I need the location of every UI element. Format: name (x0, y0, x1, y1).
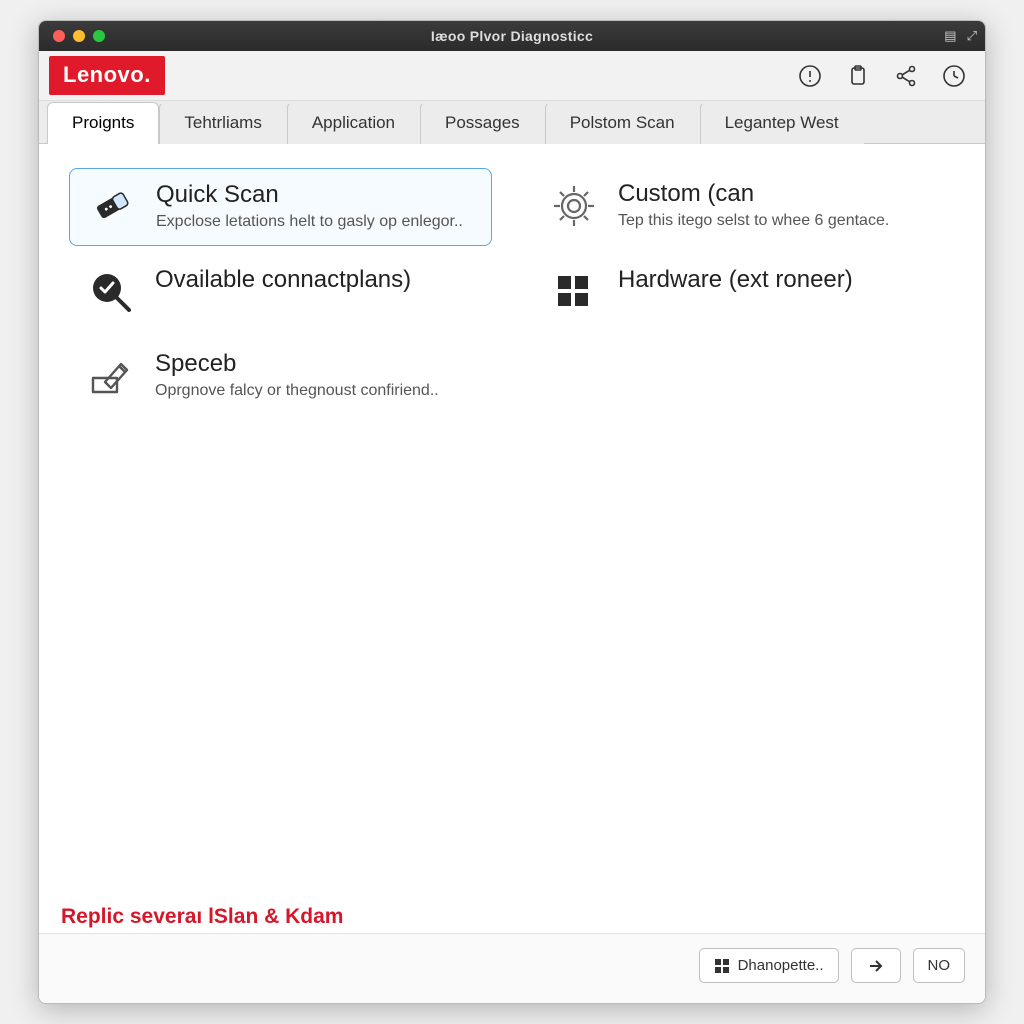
footer-no-button[interactable]: NO (913, 948, 966, 983)
clock-icon[interactable] (941, 63, 967, 89)
titlebar: Iæoo Plvor Diagnosticc ▤ ⤢ (39, 21, 985, 51)
window-title: Iæoo Plvor Diagnosticc (39, 28, 985, 44)
edit-note-icon (85, 350, 137, 402)
footer-arrow-button[interactable] (851, 948, 901, 983)
card-desc: Tep this itego selst to whee 6 gentace. (618, 212, 889, 230)
tab-tehtrliams[interactable]: Tehtrliams (159, 102, 286, 144)
card-available[interactable]: Ovailable connactplans) (69, 254, 492, 330)
titlebar-right-controls: ▤ ⤢ (944, 28, 977, 44)
magnifier-check-icon (85, 266, 137, 318)
card-title: Ovailable connactplans) (155, 266, 411, 294)
arrow-right-icon (868, 958, 884, 974)
card-custom-scan[interactable]: Custom (can Tep this itego selst to whee… (532, 168, 955, 246)
alert-icon[interactable] (797, 63, 823, 89)
app-window: Iæoo Plvor Diagnosticc ▤ ⤢ Lenovo. Proig… (38, 20, 986, 1004)
content-area: Quick Scan Expclose letations helt to ga… (39, 144, 985, 887)
tab-application[interactable]: Application (287, 102, 420, 144)
footer-no-button-label: NO (928, 957, 951, 974)
footer-note: Replic severaı lSlan & Kdam (39, 887, 985, 933)
card-title: Custom (can (618, 180, 889, 208)
card-hardware[interactable]: Hardware (ext roneer) (532, 254, 955, 330)
tab-polstom-scan[interactable]: Polstom Scan (545, 102, 700, 144)
card-desc: Oprgnove falcy or thegnoust confiriend.. (155, 382, 439, 400)
titlebar-menu-icon[interactable]: ▤ (944, 28, 956, 44)
eraser-icon (86, 181, 138, 233)
tab-proignts[interactable]: Proignts (47, 102, 159, 144)
card-title: Quick Scan (156, 181, 463, 209)
tab-possages[interactable]: Possages (420, 102, 545, 144)
header-icon-group (797, 63, 967, 89)
card-title: Speceb (155, 350, 439, 378)
footer-main-button[interactable]: Dhanopette.. (699, 948, 839, 983)
share-icon[interactable] (893, 63, 919, 89)
card-quick-scan[interactable]: Quick Scan Expclose letations helt to ga… (69, 168, 492, 246)
header: Lenovo. (39, 51, 985, 101)
clipboard-icon[interactable] (845, 63, 871, 89)
lenovo-logo: Lenovo. (49, 56, 165, 95)
footer-bar: Dhanopette.. NO (39, 933, 985, 1003)
grid-icon (548, 266, 600, 318)
card-desc: Expclose letations helt to gasly op enle… (156, 213, 463, 231)
tab-legantep-west[interactable]: Legantep West (700, 102, 864, 144)
gear-icon (548, 180, 600, 232)
windows-icon (714, 958, 730, 974)
footer-main-button-label: Dhanopette.. (738, 957, 824, 974)
titlebar-expand-icon[interactable]: ⤢ (967, 28, 977, 44)
tab-bar: Proignts Tehtrliams Application Possages… (39, 101, 985, 144)
card-speceb[interactable]: Speceb Oprgnove falcy or thegnoust confi… (69, 338, 492, 414)
card-title: Hardware (ext roneer) (618, 266, 853, 294)
